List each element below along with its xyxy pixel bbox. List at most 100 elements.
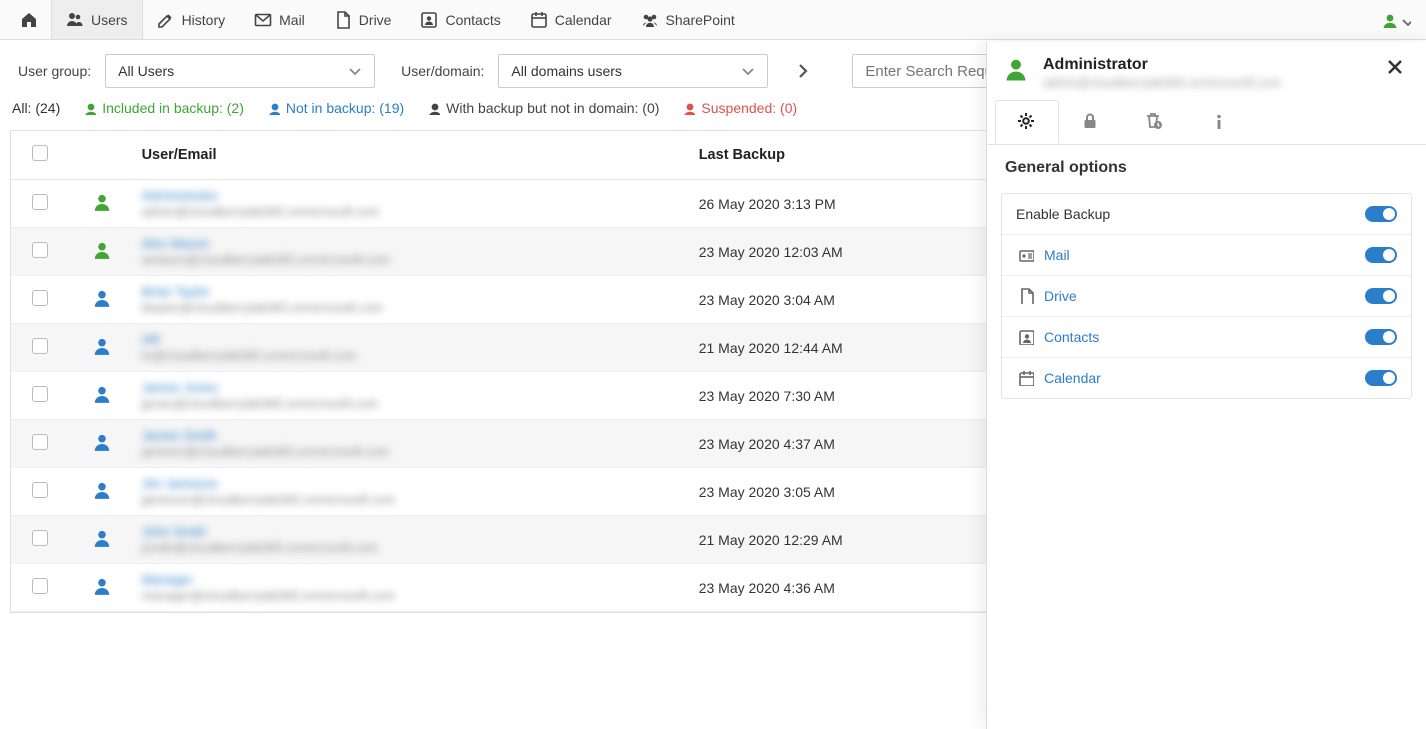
option-row: Calendar [1002,358,1411,398]
row-checkbox[interactable] [32,578,48,594]
option-toggle[interactable] [1365,206,1397,222]
user-icon [92,528,112,548]
user-name[interactable]: Brian Taylor [142,284,683,299]
nav-drive[interactable]: Drive [320,0,407,39]
user-name[interactable]: Jim Jameson [142,476,683,491]
domain-select[interactable]: All domains users [498,54,768,88]
close-icon [1386,58,1404,76]
user-email: manager@cloudberrylab365.onmicrosoft.com [142,589,683,603]
filter-not-in-backup[interactable]: Not in backup: (19) [266,100,404,116]
tab-info[interactable] [1187,100,1251,144]
nav-label: History [182,12,226,28]
user-email: jjameson@cloudberrylab365.onmicrosoft.co… [142,493,683,507]
filter-with-backup-not-domain[interactable]: With backup but not in domain: (0) [426,100,659,116]
nav-history[interactable]: History [143,0,241,39]
nav-mail[interactable]: Mail [240,0,320,39]
user-icon [92,192,112,212]
calendar-icon [1016,370,1036,386]
option-toggle[interactable] [1365,288,1397,304]
row-checkbox[interactable] [32,386,48,402]
row-checkbox[interactable] [32,338,48,354]
info-icon [1210,113,1228,131]
nav-label: SharePoint [666,12,735,28]
nav-contacts[interactable]: Contacts [406,0,515,39]
last-backup: 23 May 2020 3:04 AM [691,276,997,324]
mail-icon [254,11,272,29]
col-user[interactable]: User/Email [134,131,691,180]
row-checkbox[interactable] [32,434,48,450]
next-page-button[interactable] [786,54,820,88]
user-name[interactable]: John Smith [142,524,683,539]
option-label[interactable]: Calendar [1044,370,1101,386]
option-toggle[interactable] [1365,329,1397,345]
user-icon [92,240,112,260]
option-toggle[interactable] [1365,370,1397,386]
row-checkbox[interactable] [32,194,48,210]
nav-sharepoint[interactable]: SharePoint [627,0,750,39]
caret-down-icon [346,63,362,79]
option-row: Enable Backup [1002,194,1411,235]
nav-label: Mail [279,12,305,28]
user-icon [92,384,112,404]
panel-section-title: General options [987,145,1426,187]
group-select[interactable]: All Users [105,54,375,88]
user-icon [92,432,112,452]
col-last-backup[interactable]: Last Backup [691,131,997,180]
user-name[interactable]: Administrator [142,188,683,203]
row-checkbox[interactable] [32,482,48,498]
gear-icon [1017,112,1037,132]
top-nav: Users History Mail Drive Contacts Calend… [0,0,1426,40]
user-email: jamesm@cloudberrylab365.onmicrosoft.com [142,445,683,459]
user-icon [1381,12,1397,28]
caret-down-icon [1399,14,1411,26]
contact-icon [420,11,438,29]
option-row: Drive [1002,276,1411,317]
user-name[interactable]: James Smith [142,428,683,443]
last-backup: 26 May 2020 3:13 PM [691,180,997,228]
user-name[interactable]: HR [142,332,683,347]
tab-retention[interactable] [1123,100,1187,144]
user-icon [681,101,695,115]
option-toggle[interactable] [1365,247,1397,263]
nav-calendar[interactable]: Calendar [516,0,627,39]
lock-icon [1081,112,1101,132]
close-panel-button[interactable] [1382,56,1408,84]
user-icon [1003,56,1029,82]
tab-security[interactable] [1059,100,1123,144]
group-label: User group: [18,63,91,79]
option-label[interactable]: Mail [1044,247,1070,263]
option-label[interactable]: Drive [1044,288,1077,304]
filter-included[interactable]: Included in backup: (2) [82,100,244,116]
last-backup: 23 May 2020 4:37 AM [691,420,997,468]
calendar-icon [530,11,548,29]
chevron-right-icon [794,62,812,80]
user-name[interactable]: Manager [142,572,683,587]
file-icon [1016,288,1036,304]
nav-home[interactable] [8,0,51,39]
domain-value: All domains users [511,63,622,79]
select-all-checkbox[interactable] [32,145,48,161]
option-label[interactable]: Contacts [1044,329,1099,345]
row-checkbox[interactable] [32,530,48,546]
last-backup: 23 May 2020 3:05 AM [691,468,997,516]
panel-title: Administrator [1043,56,1281,74]
option-row: Mail [1002,235,1411,276]
filter-all[interactable]: All: (24) [12,100,60,116]
group-value: All Users [118,63,174,79]
panel-subtitle: admin@cloudberrylab365.onmicrosoft.com [1043,76,1281,90]
account-menu[interactable] [1366,0,1426,39]
panel-tabs [987,100,1426,145]
nav-label: Users [91,12,128,28]
user-name[interactable]: Alex Mason [142,236,683,251]
row-checkbox[interactable] [32,290,48,306]
user-icon [426,101,440,115]
user-email: amason@cloudberrylab365.onmicrosoft.com [142,253,683,267]
user-icon [82,101,96,115]
user-icon [92,288,112,308]
nav-users[interactable]: Users [51,0,143,39]
file-icon [334,11,352,29]
filter-suspended[interactable]: Suspended: (0) [681,100,797,116]
row-checkbox[interactable] [32,242,48,258]
tab-general[interactable] [995,100,1059,144]
user-name[interactable]: James Jones [142,380,683,395]
